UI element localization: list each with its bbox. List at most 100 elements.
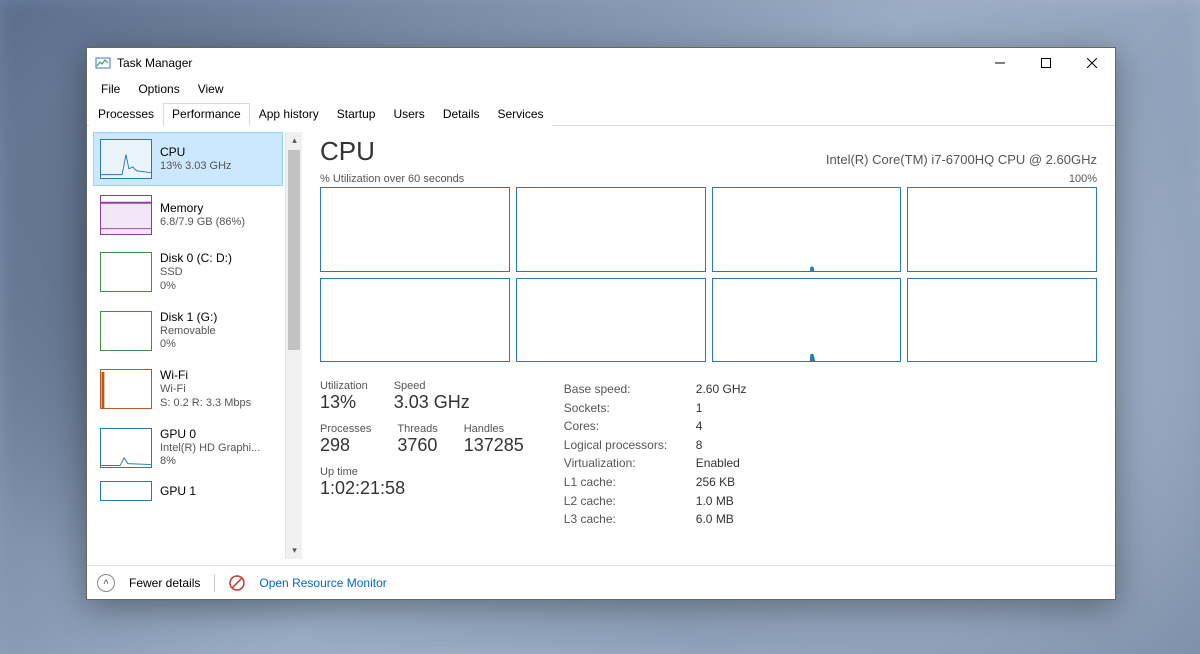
info-key: Virtualization: [564, 454, 684, 473]
tab-startup[interactable]: Startup [328, 103, 385, 126]
divider [214, 574, 215, 592]
stat-handles-label: Handles [464, 423, 524, 435]
stat-uptime-value: 1:02:21:58 [320, 478, 524, 499]
info-key: Cores: [564, 417, 684, 436]
info-key: Base speed: [564, 380, 684, 399]
stat-speed-label: Speed [394, 380, 470, 392]
tab-performance[interactable]: Performance [163, 103, 250, 126]
performance-sidebar: CPU 13% 3.03 GHz Memory 6.8/7.9 GB (86%) [93, 132, 283, 559]
sidebar-item-label: GPU 0 [160, 427, 260, 442]
panel-title: CPU [320, 136, 375, 167]
scroll-thumb[interactable] [288, 150, 300, 350]
cpu-info-list: Base speed:2.60 GHzSockets:1Cores:4Logic… [564, 380, 747, 529]
sidebar-item-cpu[interactable]: CPU 13% 3.03 GHz [93, 132, 283, 186]
stat-handles-value: 137285 [464, 435, 524, 456]
open-resource-monitor-link[interactable]: Open Resource Monitor [259, 576, 386, 590]
info-row: L2 cache: 1.0 MB [564, 492, 747, 511]
info-val: 8 [696, 436, 703, 455]
sidebar-item-gpu1[interactable]: GPU 1 [93, 478, 283, 504]
info-val: 1.0 MB [696, 492, 734, 511]
disk0-thumb [100, 252, 152, 292]
sidebar-item-sub: Intel(R) HD Graphi... [160, 442, 260, 456]
info-val: Enabled [696, 454, 740, 473]
footer: ˄ Fewer details Open Resource Monitor [87, 565, 1115, 599]
info-row: Sockets:1 [564, 399, 747, 418]
cpu-panel: CPU Intel(R) Core(TM) i7-6700HQ CPU @ 2.… [302, 126, 1115, 565]
resource-monitor-icon [229, 575, 245, 591]
cpu-chart-grid [320, 187, 1097, 362]
tab-processes[interactable]: Processes [89, 103, 163, 126]
sidebar-item-sub2: 0% [160, 280, 232, 294]
info-row: L1 cache: 256 KB [564, 473, 747, 492]
sidebar-item-sub2: S: 0.2 R: 3.3 Mbps [160, 397, 251, 411]
gpu0-thumb [100, 428, 152, 468]
tab-services[interactable]: Services [489, 103, 553, 126]
sidebar-item-disk1[interactable]: Disk 1 (G:) Removable 0% [93, 303, 283, 360]
menu-file[interactable]: File [93, 80, 128, 98]
stat-utilization-label: Utilization [320, 380, 368, 392]
menu-view[interactable]: View [190, 80, 232, 98]
sidebar-item-label: GPU 1 [160, 484, 196, 499]
body: CPU 13% 3.03 GHz Memory 6.8/7.9 GB (86%) [87, 126, 1115, 565]
info-key: L1 cache: [564, 473, 684, 492]
disk1-thumb [100, 311, 152, 351]
scroll-up-icon[interactable]: ▴ [286, 132, 303, 149]
cpu-model: Intel(R) Core(TM) i7-6700HQ CPU @ 2.60GH… [826, 152, 1097, 167]
sidebar-item-label: CPU [160, 145, 232, 160]
cpu-chart-6[interactable] [712, 278, 902, 363]
info-row: Virtualization: Enabled [564, 454, 747, 473]
info-val: 6.0 MB [696, 510, 734, 529]
titlebar[interactable]: Task Manager [87, 48, 1115, 78]
close-button[interactable] [1069, 48, 1115, 78]
stat-speed-value: 3.03 GHz [394, 392, 470, 413]
sidebar-item-sub: Wi-Fi [160, 383, 251, 397]
chevron-up-icon[interactable]: ˄ [97, 574, 115, 592]
tab-app-history[interactable]: App history [250, 103, 328, 126]
window-title: Task Manager [117, 56, 192, 70]
cpu-chart-3[interactable] [907, 187, 1097, 272]
cpu-chart-2[interactable] [712, 187, 902, 272]
info-val: 4 [696, 417, 703, 436]
info-row: L3 cache: 6.0 MB [564, 510, 747, 529]
sidebar-item-label: Disk 1 (G:) [160, 310, 217, 325]
sidebar-item-gpu0[interactable]: GPU 0 Intel(R) HD Graphi... 8% [93, 420, 283, 477]
cpu-chart-5[interactable] [516, 278, 706, 363]
sidebar-item-memory[interactable]: Memory 6.8/7.9 GB (86%) [93, 188, 283, 242]
cpu-chart-1[interactable] [516, 187, 706, 272]
wifi-thumb [100, 369, 152, 409]
cpu-chart-0[interactable] [320, 187, 510, 272]
tab-strip: Processes Performance App history Startu… [87, 102, 1115, 126]
sidebar-item-sub: 6.8/7.9 GB (86%) [160, 216, 245, 230]
task-manager-window: Task Manager File Options View Processes… [86, 47, 1116, 600]
maximize-button[interactable] [1023, 48, 1069, 78]
sidebar-item-label: Memory [160, 201, 245, 216]
info-row: Cores: 4 [564, 417, 747, 436]
cpu-stats: Utilization 13% Speed 3.03 GHz Processes… [320, 380, 1097, 529]
app-icon [95, 55, 111, 71]
tab-users[interactable]: Users [384, 103, 433, 126]
cpu-thumb [100, 139, 152, 179]
info-key: L3 cache: [564, 510, 684, 529]
fewer-details-link[interactable]: Fewer details [129, 576, 200, 590]
info-val: 1 [696, 399, 703, 418]
info-val: 256 KB [696, 473, 735, 492]
chart-caption-right: 100% [1069, 173, 1097, 185]
tab-details[interactable]: Details [434, 103, 489, 126]
sidebar-item-disk0[interactable]: Disk 0 (C: D:) SSD 0% [93, 244, 283, 301]
info-key: L2 cache: [564, 492, 684, 511]
cpu-chart-4[interactable] [320, 278, 510, 363]
sidebar-item-sub: SSD [160, 266, 232, 280]
sidebar-item-sub: 13% 3.03 GHz [160, 160, 232, 174]
memory-thumb [100, 195, 152, 235]
cpu-chart-7[interactable] [907, 278, 1097, 363]
menu-options[interactable]: Options [130, 80, 187, 98]
sidebar-item-wifi[interactable]: Wi-Fi Wi-Fi S: 0.2 R: 3.3 Mbps [93, 361, 283, 418]
sidebar-item-sub: Removable [160, 325, 217, 339]
sidebar-item-label: Disk 0 (C: D:) [160, 251, 232, 266]
info-key: Logical processors: [564, 436, 684, 455]
stat-uptime-label: Up time [320, 466, 524, 478]
sidebar-scrollbar[interactable]: ▴ ▾ [285, 132, 302, 559]
scroll-down-icon[interactable]: ▾ [286, 542, 303, 559]
minimize-button[interactable] [977, 48, 1023, 78]
stat-utilization-value: 13% [320, 392, 368, 413]
